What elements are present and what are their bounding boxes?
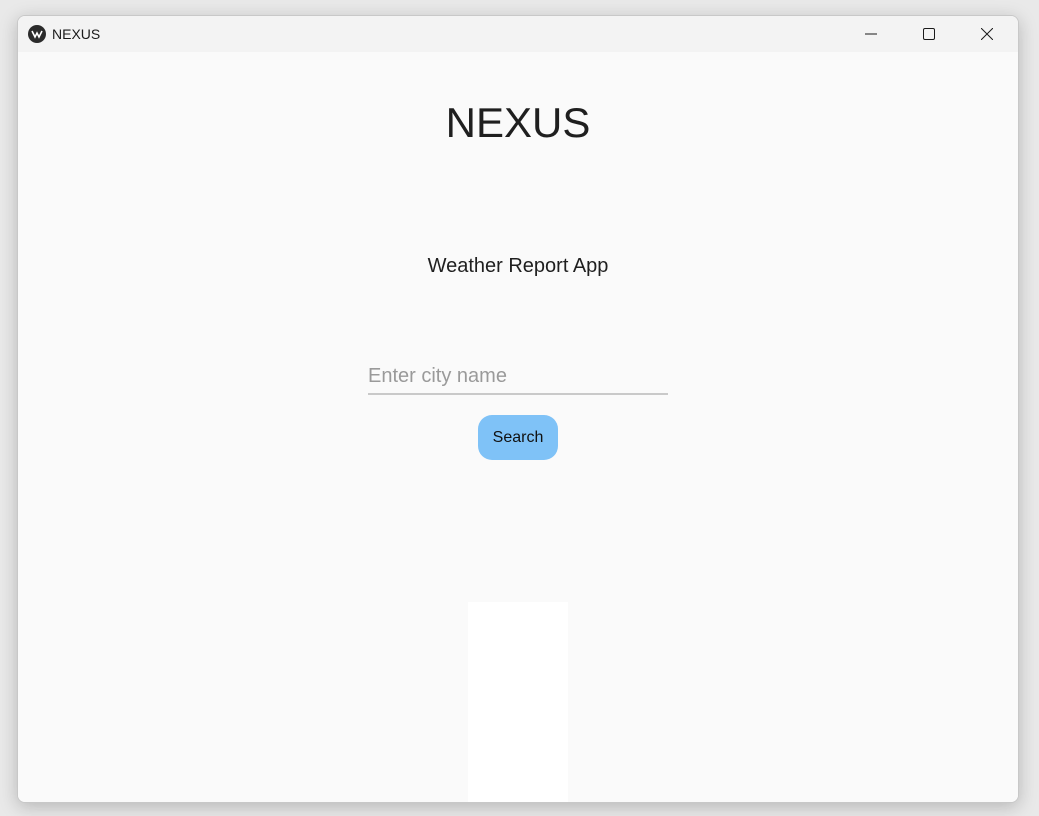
city-name-input[interactable] [368,359,668,395]
main-content: NEXUS Weather Report App Search [18,52,1018,802]
close-button[interactable] [958,16,1016,52]
app-subtitle: Weather Report App [427,255,609,277]
app-window: NEXUS NEXUS Weather Report App Search [17,15,1019,803]
page-title: NEXUS [445,99,591,146]
title-bar[interactable]: NEXUS [18,16,1018,52]
maximize-button[interactable] [900,16,958,52]
minimize-button[interactable] [842,16,900,52]
app-logo-icon [28,25,46,43]
window-title: NEXUS [52,26,101,42]
weather-result-panel [468,602,568,802]
search-button[interactable]: Search [478,415,558,460]
